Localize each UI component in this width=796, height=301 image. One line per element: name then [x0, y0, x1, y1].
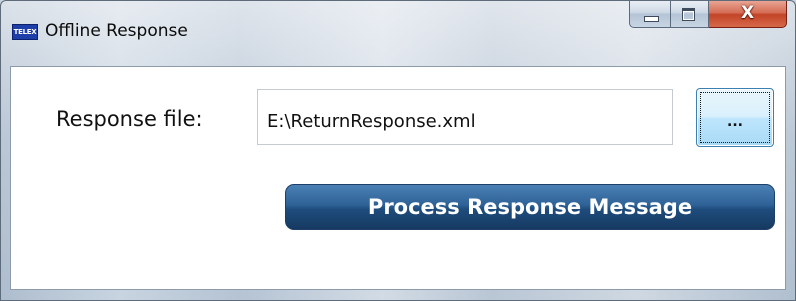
close-button[interactable]: X [709, 1, 787, 28]
minimize-button[interactable] [629, 1, 671, 28]
browse-button-label: ... [727, 114, 743, 130]
minimize-icon [644, 16, 659, 22]
response-file-label: Response file: [56, 107, 203, 131]
title-bar[interactable]: TELEX Offline Response X [1, 1, 795, 65]
window-title: Offline Response [45, 21, 188, 41]
maximize-icon [682, 8, 695, 21]
telex-app-icon[interactable]: TELEX [12, 24, 38, 40]
offline-response-window: TELEX Offline Response X Response file: … [0, 0, 796, 301]
browse-button[interactable]: ... [696, 88, 774, 147]
caption-buttons: X [629, 1, 787, 29]
maximize-button[interactable] [671, 1, 709, 28]
response-file-input[interactable] [257, 89, 673, 145]
dialog-content: Response file: ... Process Response Mess… [10, 66, 786, 290]
process-response-message-button[interactable]: Process Response Message [285, 184, 775, 230]
close-icon: X [740, 3, 755, 23]
